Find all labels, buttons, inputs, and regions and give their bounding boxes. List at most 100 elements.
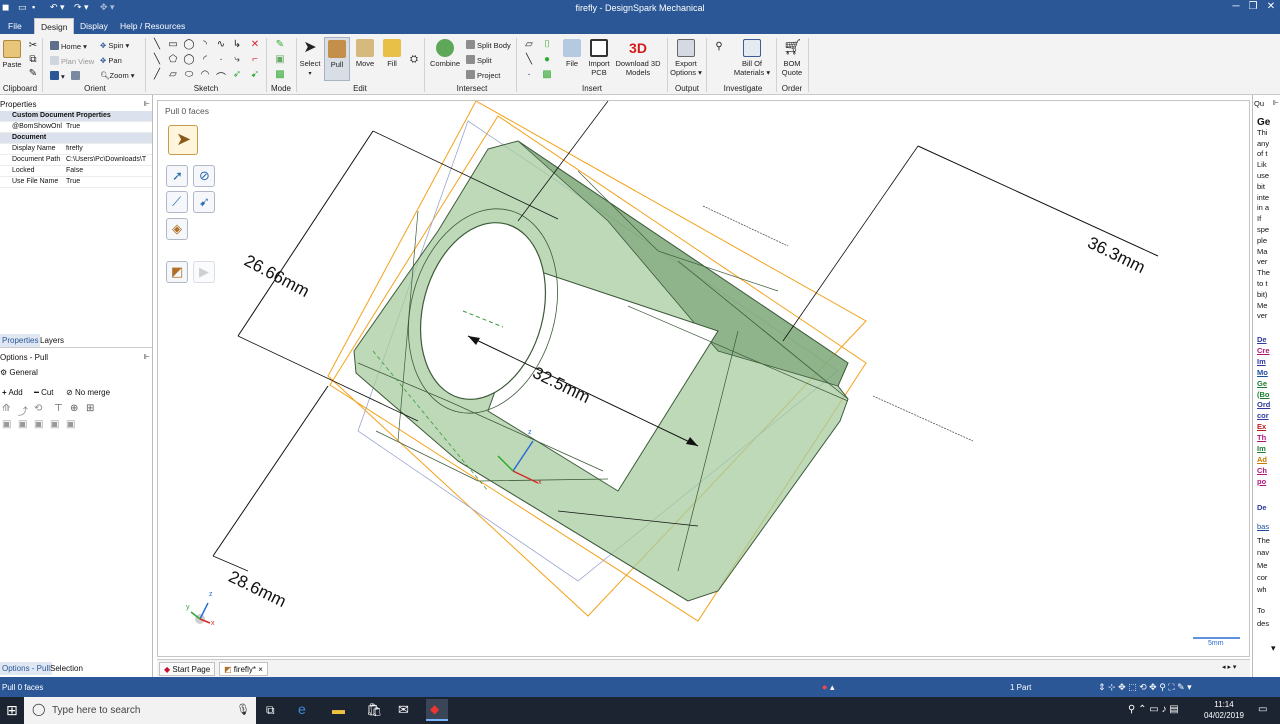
circle-3pt-icon[interactable]: ◯ (182, 54, 196, 65)
quick-panel-pin-icon[interactable]: ⊩ (1273, 99, 1279, 107)
pull-direction-icon[interactable]: ⤴ (18, 403, 28, 418)
plan-view-button[interactable]: Plan View (50, 56, 94, 66)
option-c-icon[interactable]: ▣ (34, 419, 43, 430)
tab-properties[interactable]: Properties (0, 334, 41, 347)
option-b-icon[interactable]: ▣ (18, 419, 27, 430)
tab-selection[interactable]: Selection (48, 662, 85, 675)
property-row[interactable]: Display Name firefly (0, 144, 152, 155)
project-button[interactable]: Project (466, 70, 500, 80)
tangent-arc-icon[interactable]: ↳ (230, 39, 244, 50)
move-button[interactable]: Move (353, 39, 377, 68)
options-pin-icon[interactable]: ⊩ (144, 353, 150, 361)
property-value[interactable]: C:\Users\Pc\Downloads\T (66, 156, 152, 163)
arc-3pt-icon[interactable]: ◜ (198, 54, 212, 65)
extend-tool-icon[interactable]: ➹ (248, 69, 262, 80)
export-options-button[interactable]: Export Options ▾ (670, 39, 702, 77)
help-link[interactable]: Cre (1257, 346, 1270, 355)
scroll-down-icon[interactable]: ▾ (1271, 643, 1276, 654)
3d-viewport[interactable]: Pull 0 faces ➤ ➚ ⊘ ⟋ ➹ ◈ ◩ ▶ 26.66mm 36.… (157, 100, 1250, 657)
model-canvas[interactable] (158, 101, 1251, 658)
help-link[interactable]: Th (1257, 433, 1266, 442)
edge-icon[interactable]: e (298, 701, 306, 717)
status-tools[interactable]: ⇕ ⊹ ✥ ⬚ ⟲ ✥ ⚲ ⛶ ✎ ▾ (1098, 682, 1192, 693)
ruler-icon[interactable]: ⊞ (86, 403, 94, 414)
rectangle-tool-icon[interactable]: ▭ (166, 39, 180, 50)
split-body-button[interactable]: Split Body (466, 40, 511, 50)
option-e-icon[interactable]: ▣ (66, 419, 75, 430)
property-category[interactable]: Custom Document Properties (0, 111, 152, 122)
property-row[interactable]: Document Path C:\Users\Pc\Downloads\T (0, 155, 152, 166)
tab-options-pull[interactable]: Options - Pull (0, 662, 53, 675)
fill-button[interactable]: Fill (380, 39, 404, 68)
bill-of-materials-button[interactable]: Bill Of Materials ▾ (732, 39, 772, 77)
tab-help[interactable]: Help / Resources (114, 18, 191, 34)
property-value[interactable]: firefly (66, 145, 152, 152)
tab-file[interactable]: File (2, 18, 28, 34)
bom-quote-button[interactable]: 🛒︎ BOM Quote (780, 39, 804, 77)
cut-icon[interactable]: ✂ (26, 40, 40, 51)
mail-icon[interactable]: ✉ (398, 702, 409, 718)
pull-button[interactable]: Pull (324, 37, 350, 81)
tab-display[interactable]: Display (74, 18, 114, 34)
help-link[interactable]: Ch (1257, 466, 1267, 475)
tab-scroll-icon[interactable]: ◂ ▸ ▾ (1222, 663, 1236, 671)
insert-file-button[interactable]: File (561, 39, 583, 68)
option-a-icon[interactable]: ▣ (2, 419, 11, 430)
3d-mode-icon[interactable]: ▩ (273, 69, 287, 80)
help-text-line[interactable]: bas (1257, 522, 1269, 531)
windows-start-icon[interactable]: ⊞ (6, 702, 18, 719)
help-link[interactable]: Mo (1257, 368, 1268, 377)
select-button[interactable]: ➤ Select ▾ (298, 39, 322, 77)
error-indicator-icon[interactable]: ● ▴ (822, 682, 834, 693)
notifications-icon[interactable]: ▭ (1258, 704, 1267, 715)
property-value[interactable]: True (66, 123, 152, 130)
file-explorer-icon[interactable]: ▬ (332, 702, 345, 717)
pin-icon[interactable]: ⊩ (144, 100, 150, 108)
line-tool-icon[interactable]: ╲ (150, 39, 164, 50)
zoom-button[interactable]: 🔍︎Zoom ▾ (100, 71, 135, 80)
no-merge-option[interactable]: ⊘ No merge (66, 388, 110, 397)
spline-tool-icon[interactable]: ∿ (214, 39, 228, 50)
download-3d-models-button[interactable]: 3D Download 3D Models (614, 39, 662, 77)
split-button[interactable]: Split (466, 55, 492, 65)
fillet-tool-icon[interactable]: ⌒ (214, 69, 228, 84)
axis-icon[interactable]: ╲ (522, 54, 536, 65)
bend-tool-icon[interactable]: ⤷ (230, 54, 244, 65)
help-link[interactable]: Im (1257, 444, 1266, 453)
pull-both-sides-icon[interactable]: ⟰ (2, 403, 10, 414)
firefly-tab[interactable]: ◩ firefly* × (219, 662, 268, 676)
microphone-icon[interactable]: 🎙︎ (236, 703, 250, 716)
paste-button[interactable]: Paste (2, 40, 22, 69)
format-painter-icon[interactable]: ✎ (26, 68, 40, 79)
section-mode-icon[interactable]: ▣ (273, 54, 287, 65)
import-pcb-button[interactable]: Import PCB (586, 39, 612, 77)
close-tab-icon[interactable]: × (258, 665, 263, 674)
help-link[interactable]: po (1257, 477, 1266, 486)
pull-revolve-icon[interactable]: ⟲ (34, 403, 42, 414)
sketch-mode-icon[interactable]: ✎ (273, 39, 287, 50)
store-icon[interactable]: 🛍︎ (366, 702, 383, 718)
help-link[interactable]: cor (1257, 411, 1269, 420)
property-row[interactable]: @BomShowOnl True (0, 122, 152, 133)
polygon-tool-icon[interactable]: ⬠ (166, 54, 180, 65)
plane-icon[interactable]: ▱ (522, 39, 536, 50)
trim-tool-icon[interactable]: ✕ (248, 39, 262, 50)
tab-layers[interactable]: Layers (38, 334, 66, 347)
point-tool-icon[interactable]: · (214, 54, 228, 65)
corner-tool-icon[interactable]: ⌐ (248, 54, 262, 65)
edit-extra-icon[interactable]: ⛭ (407, 54, 421, 65)
add-option[interactable]: + Add (2, 388, 23, 397)
task-view-icon[interactable]: ⧉ (266, 703, 275, 718)
construction-line-icon[interactable]: ╱ (150, 69, 164, 80)
sweep-arc-icon[interactable]: ◠ (198, 69, 212, 80)
tangent-line-icon[interactable]: ╲ (150, 54, 164, 65)
designspark-taskbar-button[interactable]: ◆ (426, 699, 448, 721)
cylinder-icon[interactable]: ⌷ (540, 39, 554, 50)
help-link[interactable]: Ex (1257, 422, 1266, 431)
view-cube-button[interactable]: ▾ (50, 71, 82, 81)
up-to-icon[interactable]: ⊤ (54, 403, 63, 414)
project-edge-icon[interactable]: ➶ (230, 69, 244, 80)
help-link[interactable]: Ad (1257, 455, 1267, 464)
pivot-icon[interactable]: ⊕ (70, 403, 78, 414)
property-value[interactable]: True (66, 178, 152, 185)
